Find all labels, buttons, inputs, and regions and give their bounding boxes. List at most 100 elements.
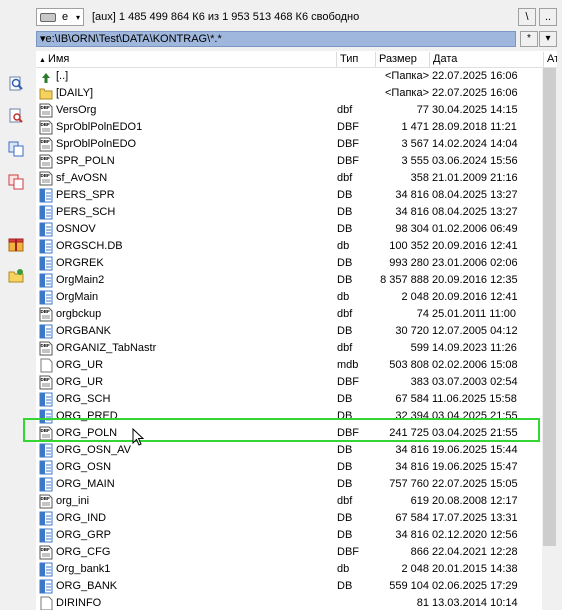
file-ext: DBF xyxy=(337,376,359,388)
db-icon xyxy=(39,477,53,492)
file-row[interactable]: OSNOVDB98 30401.02.2006 06:49-a-- xyxy=(36,221,542,238)
file-row[interactable]: ORG_SCHDB67 58411.06.2025 15:58-a-- xyxy=(36,391,542,408)
file-ext: DB xyxy=(337,478,353,490)
file-name: ORG_OSN_AV xyxy=(56,444,131,456)
vertical-scrollbar[interactable] xyxy=(542,68,557,610)
file-name: orgbckup xyxy=(56,308,102,320)
file-row[interactable]: OrgMain2DB8 357 88820.09.2016 12:35-a-- xyxy=(36,272,542,289)
db-icon xyxy=(39,239,53,254)
file-row[interactable]: ORG_GRPDB34 81602.12.2020 12:56-a-- xyxy=(36,527,542,544)
dbf-icon: DBF xyxy=(39,120,53,135)
file-ext: DB xyxy=(337,444,353,456)
svg-text:DBF: DBF xyxy=(41,105,50,110)
file-row[interactable]: DBFsf_AvOSNdbf35821.01.2009 21:16-a-- xyxy=(36,170,542,187)
search-icon[interactable] xyxy=(8,76,24,92)
root-dir-button[interactable]: \ xyxy=(518,8,536,26)
svg-text:DBF: DBF xyxy=(41,377,50,382)
file-ext: mdb xyxy=(337,359,359,371)
file-ext: db xyxy=(337,291,350,303)
file-row[interactable]: DBF SprOblPolnEDO DBF 3 567 14.02.2024 14:04… xyxy=(36,136,542,153)
header-name[interactable]: ▲ Имя xyxy=(36,52,337,67)
file-row[interactable]: DBFSPR_POLNDBF3 55503.06.2024 15:56-a-- xyxy=(36,153,542,170)
file-row[interactable]: DBForg_inidbf61920.08.2008 12:17-a-- xyxy=(36,493,542,510)
header-ext[interactable]: Тип xyxy=(337,52,376,67)
svg-text:DBF: DBF xyxy=(41,139,50,144)
panel-edge xyxy=(557,51,562,610)
file-list[interactable]: [..]<Папка>22.07.2025 16:06----[DAILY]<П… xyxy=(36,68,542,610)
file-ext: DB xyxy=(337,512,353,524)
compare-icon[interactable] xyxy=(8,174,24,190)
file-row[interactable]: ORG_INDDB67 58417.07.2025 13:31-a-- xyxy=(36,510,542,527)
file-name: DIRINFO xyxy=(56,597,102,609)
file-ext: DB xyxy=(337,580,353,592)
file-row[interactable]: DBF SprOblPolnEDO1 DBF 1 471 28.09.2018 11:2… xyxy=(36,119,542,136)
file-name: [DAILY] xyxy=(56,87,94,99)
file-size: 34 816 xyxy=(395,444,429,456)
file-size: 2 048 xyxy=(401,291,429,303)
svg-text:DBF: DBF xyxy=(41,343,50,348)
file-row[interactable]: ORG_MAINDB757 76022.07.2025 15:05-a-- xyxy=(36,476,542,493)
dbf-icon: DBF xyxy=(39,545,53,560)
file-row[interactable]: DBFORG_URDBF38303.07.2003 02:54-a-- xyxy=(36,374,542,391)
filter-button[interactable]: * xyxy=(520,31,538,47)
file-row[interactable]: [DAILY]<Папка>22.07.2025 16:06---- xyxy=(36,85,542,102)
file-row[interactable]: [..]<Папка>22.07.2025 16:06---- xyxy=(36,68,542,85)
file-date: 11.06.2025 15:58 xyxy=(432,393,517,405)
file-row[interactable]: ORG_BANKDB559 10402.06.2025 17:29-a-- xyxy=(36,578,542,595)
file-row[interactable]: PERS_SCHDB34 81608.04.2025 13:27-a-- xyxy=(36,204,542,221)
file-name: [..] xyxy=(56,70,69,82)
find-file-icon[interactable] xyxy=(8,108,24,124)
dbf-icon: DBF xyxy=(39,154,53,169)
copy-icon[interactable] xyxy=(8,141,24,157)
file-ext: DBF xyxy=(337,546,359,558)
file-date: 20.08.2008 12:17 xyxy=(432,495,518,507)
file-ext: dbf xyxy=(337,104,353,116)
file-row[interactable]: OrgMaindb2 04820.09.2016 12:41-a-- xyxy=(36,289,542,306)
package-icon[interactable] xyxy=(8,236,24,252)
file-size: 67 584 xyxy=(395,512,429,524)
file-ext: DB xyxy=(337,325,353,337)
db-icon xyxy=(39,290,53,305)
file-row[interactable]: DBF ORGANIZ_TabNastr dbf 599 14.09.2023 11:2… xyxy=(36,340,542,357)
file-size: 503 808 xyxy=(389,359,429,371)
header-size[interactable]: Размер xyxy=(376,52,430,67)
file-row[interactable]: DIRINFO8113.03.2014 10:14-a-- xyxy=(36,595,542,610)
file-date: 13.03.2014 10:14 xyxy=(432,597,518,609)
file-row[interactable]: ORGBANKDB30 72012.07.2005 04:12-a-- xyxy=(36,323,542,340)
current-path[interactable]: ▾e:\IB\ORN\Test\DATA\KONTRAG\*.* xyxy=(36,31,516,47)
file-ext: DBF xyxy=(337,138,359,150)
mouse-cursor-icon xyxy=(132,428,144,446)
new-folder-icon[interactable] xyxy=(8,268,24,284)
parent-dir-button[interactable]: .. xyxy=(539,8,557,26)
svg-text:DBF: DBF xyxy=(41,156,50,161)
file-date: 03.06.2024 15:56 xyxy=(432,155,518,167)
file-name: SprOblPolnEDO xyxy=(56,138,137,150)
file-date: 14.02.2024 14:04 xyxy=(432,138,518,150)
file-row[interactable]: ORG_OSN_AVDB34 81619.06.2025 15:44-a-- xyxy=(36,442,542,459)
file-row[interactable]: Org_bank1db2 04820.01.2015 14:38-a-- xyxy=(36,561,542,578)
file-row[interactable]: DBFORG_CFGDBF86622.04.2021 12:28-a-- xyxy=(36,544,542,561)
file-row[interactable]: DBForgbckupdbf7425.01.2011 11:00-a-- xyxy=(36,306,542,323)
path-bar: ▾e:\IB\ORN\Test\DATA\KONTRAG\*.* * ▾ xyxy=(34,30,562,48)
file-size: 77 xyxy=(416,104,429,116)
file-row[interactable]: ORG_URmdb503 80802.02.2006 15:08-a-- xyxy=(36,357,542,374)
file-row[interactable]: ORG_OSNDB34 81619.06.2025 15:47-a-- xyxy=(36,459,542,476)
file-row[interactable]: ORGSCH.DBdb100 35220.09.2016 12:41-a-- xyxy=(36,238,542,255)
file-date: 22.07.2025 16:06 xyxy=(432,87,518,99)
history-dropdown-button[interactable]: ▾ xyxy=(539,31,557,47)
dbf-icon: DBF xyxy=(39,103,53,118)
db-icon xyxy=(39,205,53,220)
file-date: 22.04.2021 12:28 xyxy=(432,546,518,558)
file-row[interactable]: ORGREKDB993 28023.01.2006 02:06-a-- xyxy=(36,255,542,272)
folder-icon xyxy=(39,86,53,101)
file-row[interactable]: PERS_SPRDB34 81608.04.2025 13:27-a-- xyxy=(36,187,542,204)
file-size: 34 816 xyxy=(395,529,429,541)
scrollbar-thumb[interactable] xyxy=(543,68,556,546)
file-row[interactable]: DBFVersOrgdbf7730.04.2025 14:15-a-- xyxy=(36,102,542,119)
file-ext: DB xyxy=(337,274,353,286)
file-size: 81 xyxy=(416,597,429,609)
drive-selector[interactable]: e ▾ xyxy=(36,8,84,26)
file-ext: dbf xyxy=(337,172,353,184)
header-date[interactable]: Дата xyxy=(430,52,544,67)
db-icon xyxy=(39,460,53,475)
